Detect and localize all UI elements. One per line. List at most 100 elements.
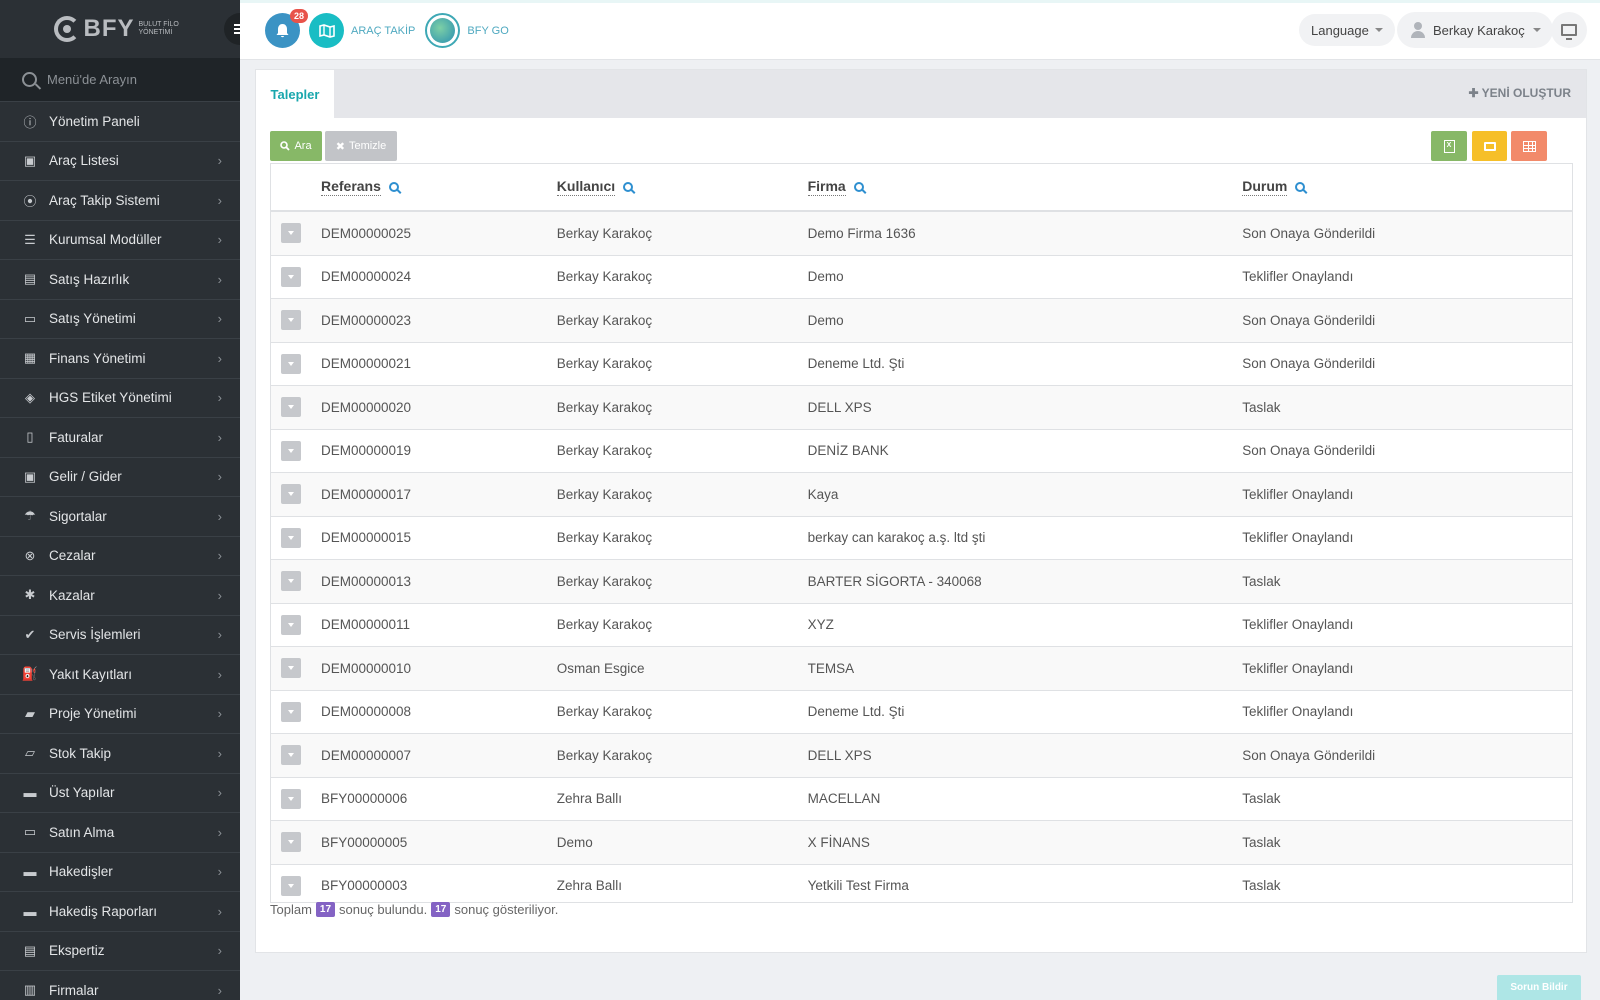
expand-cell [271, 614, 321, 635]
table-row[interactable]: BFY00000003 Zehra Ballı Yetkili Test Firma… [271, 865, 1572, 903]
screen-button[interactable] [1551, 12, 1587, 48]
table-row[interactable]: DEM00000017 Berkay Karakoç Kaya Teklifler O… [271, 473, 1572, 517]
print-icon [1483, 141, 1496, 151]
sidebar-search-input[interactable] [47, 72, 217, 87]
arac-takip-link[interactable]: ARAÇ TAKİP [351, 25, 415, 37]
print-button[interactable] [1472, 131, 1507, 161]
table-row[interactable]: DEM00000010 Osman Esgice TEMSA Teklifler On… [271, 647, 1572, 691]
row-expand-button[interactable] [281, 527, 301, 548]
column-header-label[interactable]: Referans [320, 178, 381, 196]
cell-kullanici: Berkay Karakoç [556, 617, 653, 633]
sidebar-item[interactable]: ✔ Servis İşlemleri › [0, 616, 240, 655]
bfy-go-button[interactable] [425, 13, 461, 48]
sidebar-item[interactable]: ▣ Araç Listesi › [0, 142, 240, 181]
cell-durum: Taslak [1242, 573, 1281, 589]
table-row[interactable]: DEM00000024 Berkay Karakoç Demo Teklifler O… [271, 256, 1572, 299]
chevron-right-icon: › [217, 785, 222, 801]
cell-referans: DEM00000013 [320, 573, 412, 589]
sidebar-item[interactable]: ▤ Ekspertiz › [0, 932, 240, 971]
table-row[interactable]: DEM00000023 Berkay Karakoç Demo Son Onaya G… [271, 299, 1572, 343]
column-header-label[interactable]: Kullanıcı [556, 178, 616, 196]
row-expand-button[interactable] [281, 658, 301, 679]
language-dropdown[interactable]: Language [1299, 14, 1395, 46]
new-create-button[interactable]: ✚ YENİ OLUŞTUR [1468, 86, 1571, 100]
sidebar-item[interactable]: ▬ Hakediş Raporları › [0, 892, 240, 932]
row-expand-button[interactable] [281, 832, 301, 853]
sidebar-item[interactable]: ▬ Üst Yapılar › [0, 774, 240, 813]
export-excel-button[interactable]: X [1431, 131, 1467, 161]
table-row[interactable]: DEM00000013 Berkay Karakoç BARTER SİGORTA … [271, 560, 1572, 604]
sidebar-item[interactable]: ▣ Gelir / Gider › [0, 458, 240, 497]
table-row[interactable]: DEM00000008 Berkay Karakoç Deneme Ltd. Şti… [271, 691, 1572, 734]
menu-toggle-button[interactable] [224, 13, 240, 45]
sidebar-item[interactable]: ▭ Satış Yönetimi › [0, 300, 240, 339]
table-row[interactable]: DEM00000021 Berkay Karakoç Deneme Ltd. Şti… [271, 343, 1572, 386]
user-name: Berkay Karakoç [1433, 22, 1525, 38]
sidebar-item[interactable]: ⛽ Yakıt Kayıtları › [0, 655, 240, 695]
row-expand-button[interactable] [281, 788, 301, 809]
row-expand-button[interactable] [281, 614, 301, 635]
report-issue-button[interactable]: Sorun Bildir [1497, 975, 1581, 1000]
chevron-down-icon [1532, 28, 1541, 32]
sidebar-item[interactable]: ▦ Finans Yönetimi › [0, 339, 240, 379]
column-settings-button[interactable] [1511, 131, 1547, 161]
row-expand-button[interactable] [281, 571, 301, 592]
sidebar-item[interactable]: ▤ Satış Hazırlık › [0, 260, 240, 300]
cell-referans: DEM00000017 [320, 486, 412, 502]
notifications-button[interactable]: 28 [265, 9, 308, 48]
row-expand-button[interactable] [281, 484, 301, 505]
sidebar-item[interactable]: ☂ Sigortalar › [0, 497, 240, 537]
column-search-icon[interactable] [1295, 182, 1306, 192]
column-header-referans: Referans [320, 178, 557, 196]
sidebar-item[interactable]: ▥ Firmalar › [0, 971, 240, 1000]
column-header-label[interactable]: Durum [1242, 178, 1288, 196]
server-icon: ☰ [24, 231, 36, 247]
sidebar-item[interactable]: ▯ Faturalar › [0, 418, 240, 458]
row-expand-button[interactable] [281, 223, 301, 244]
column-search-icon[interactable] [623, 182, 634, 192]
row-expand-button[interactable] [281, 701, 301, 722]
sidebar-item[interactable]: ⊗ Cezalar › [0, 537, 240, 576]
row-expand-button[interactable] [281, 266, 301, 287]
user-icon [1411, 22, 1425, 38]
sidebar-item[interactable]: ⦿ Araç Takip Sistemi › [0, 181, 240, 221]
logo-subtitle: BULUT FİLO YÖNETİMİ [138, 21, 179, 36]
table-row[interactable]: DEM00000019 Berkay Karakoç DENİZ BANK Son O… [271, 430, 1572, 473]
sidebar-item[interactable]: ☰ Kurumsal Modüller › [0, 221, 240, 260]
sidebar-item[interactable]: ✱ Kazalar › [0, 576, 240, 616]
sidebar-item[interactable]: ▭ Satın Alma › [0, 813, 240, 853]
row-expand-button[interactable] [281, 875, 301, 896]
table-row[interactable]: BFY00000006 Zehra Ballı MACELLAN Taslak [271, 778, 1572, 821]
cell-kullanici: Berkay Karakoç [556, 269, 653, 285]
column-search-icon[interactable] [388, 182, 399, 192]
search-button[interactable]: Ara [270, 131, 322, 161]
bfy-logo[interactable]: BFY BULUT FİLO YÖNETİMİ [53, 15, 187, 43]
sidebar-item[interactable]: ▱ Stok Takip › [0, 734, 240, 774]
row-expand-button[interactable] [281, 353, 301, 374]
table-row[interactable]: DEM00000020 Berkay Karakoç DELL XPS Taslak [271, 386, 1572, 430]
sidebar-item[interactable]: ▬ Hakedişler › [0, 853, 240, 892]
sidebar-item[interactable]: ◈ HGS Etiket Yönetimi › [0, 379, 240, 418]
tab-talepler[interactable]: Talepler [256, 70, 334, 119]
sidebar-item[interactable]: ▰ Proje Yönetimi › [0, 695, 240, 734]
table-row[interactable]: BFY00000005 Demo X FİNANS Taslak [271, 821, 1572, 865]
table-row[interactable]: DEM00000011 Berkay Karakoç XYZ Teklifler On… [271, 604, 1572, 647]
column-search-icon[interactable] [853, 182, 864, 192]
column-header-label[interactable]: Firma [807, 178, 846, 196]
clear-button[interactable]: ✖ Temizle [325, 131, 397, 161]
arac-takip-button[interactable] [309, 13, 344, 48]
table-row[interactable]: DEM00000007 Berkay Karakoç DELL XPS Son Ona… [271, 734, 1572, 778]
cell-durum: Teklifler Onaylandı [1242, 704, 1354, 720]
sidebar-item-label: Satın Alma [49, 824, 115, 840]
table-row[interactable]: DEM00000015 Berkay Karakoç berkay can kara… [271, 517, 1572, 560]
chevron-right-icon: › [217, 469, 222, 485]
table-row[interactable]: DEM00000025 Berkay Karakoç Demo Firma 1636… [271, 212, 1572, 256]
sidebar-item[interactable]: ⓘ Yönetim Paneli [0, 102, 240, 142]
brand-area: BFY BULUT FİLO YÖNETİMİ [0, 0, 240, 58]
row-expand-button[interactable] [281, 440, 301, 461]
bfy-go-link[interactable]: BFY GO [467, 25, 508, 37]
row-expand-button[interactable] [281, 310, 301, 331]
row-expand-button[interactable] [281, 397, 301, 418]
user-menu-dropdown[interactable]: Berkay Karakoç [1397, 12, 1553, 48]
row-expand-button[interactable] [281, 745, 301, 766]
